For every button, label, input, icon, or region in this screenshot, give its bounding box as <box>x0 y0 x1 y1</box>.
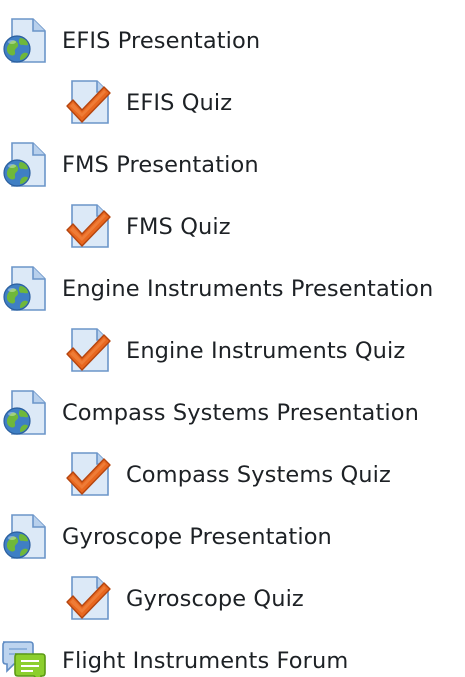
quiz-checkmark-icon <box>64 203 112 251</box>
web-page-globe-icon <box>0 389 48 437</box>
activity-efis-quiz[interactable]: EFIS Quiz <box>64 72 232 134</box>
quiz-checkmark-icon <box>64 327 112 375</box>
activity-engine-instruments-quiz[interactable]: Engine Instruments Quiz <box>64 320 405 382</box>
activity-label: FMS Quiz <box>126 213 231 240</box>
activity-gyroscope-quiz[interactable]: Gyroscope Quiz <box>64 568 304 630</box>
web-page-globe-icon <box>0 141 48 189</box>
activity-label: Engine Instruments Quiz <box>126 337 406 364</box>
activity-label: Gyroscope Quiz <box>126 585 304 612</box>
activity-compass-systems-quiz[interactable]: Compass Systems Quiz <box>64 444 391 506</box>
activity-fms-quiz[interactable]: FMS Quiz <box>64 196 231 258</box>
quiz-checkmark-icon <box>64 575 112 623</box>
activity-efis-presentation[interactable]: EFIS Presentation <box>0 10 260 72</box>
web-page-globe-icon <box>0 265 48 313</box>
activity-engine-instruments-presentation[interactable]: Engine Instruments Presentation <box>0 258 433 320</box>
quiz-checkmark-icon <box>64 451 112 499</box>
activity-label: Engine Instruments Presentation <box>62 275 434 302</box>
activity-label: Compass Systems Quiz <box>126 461 391 488</box>
activity-flight-instruments-forum[interactable]: Flight Instruments Forum <box>0 630 348 677</box>
quiz-checkmark-icon <box>64 79 112 127</box>
forum-speech-bubbles-icon <box>0 637 48 677</box>
activity-label: EFIS Quiz <box>126 89 233 116</box>
web-page-globe-icon <box>0 513 48 561</box>
activity-label: Compass Systems Presentation <box>62 399 419 426</box>
activity-label: Gyroscope Presentation <box>62 523 332 550</box>
activity-fms-presentation[interactable]: FMS Presentation <box>0 134 259 196</box>
activity-label: Flight Instruments Forum <box>62 647 349 674</box>
activity-label: EFIS Presentation <box>62 27 261 54</box>
activity-gyroscope-presentation[interactable]: Gyroscope Presentation <box>0 506 332 568</box>
activity-compass-systems-presentation[interactable]: Compass Systems Presentation <box>0 382 419 444</box>
activity-label: FMS Presentation <box>62 151 259 178</box>
web-page-globe-icon <box>0 17 48 65</box>
